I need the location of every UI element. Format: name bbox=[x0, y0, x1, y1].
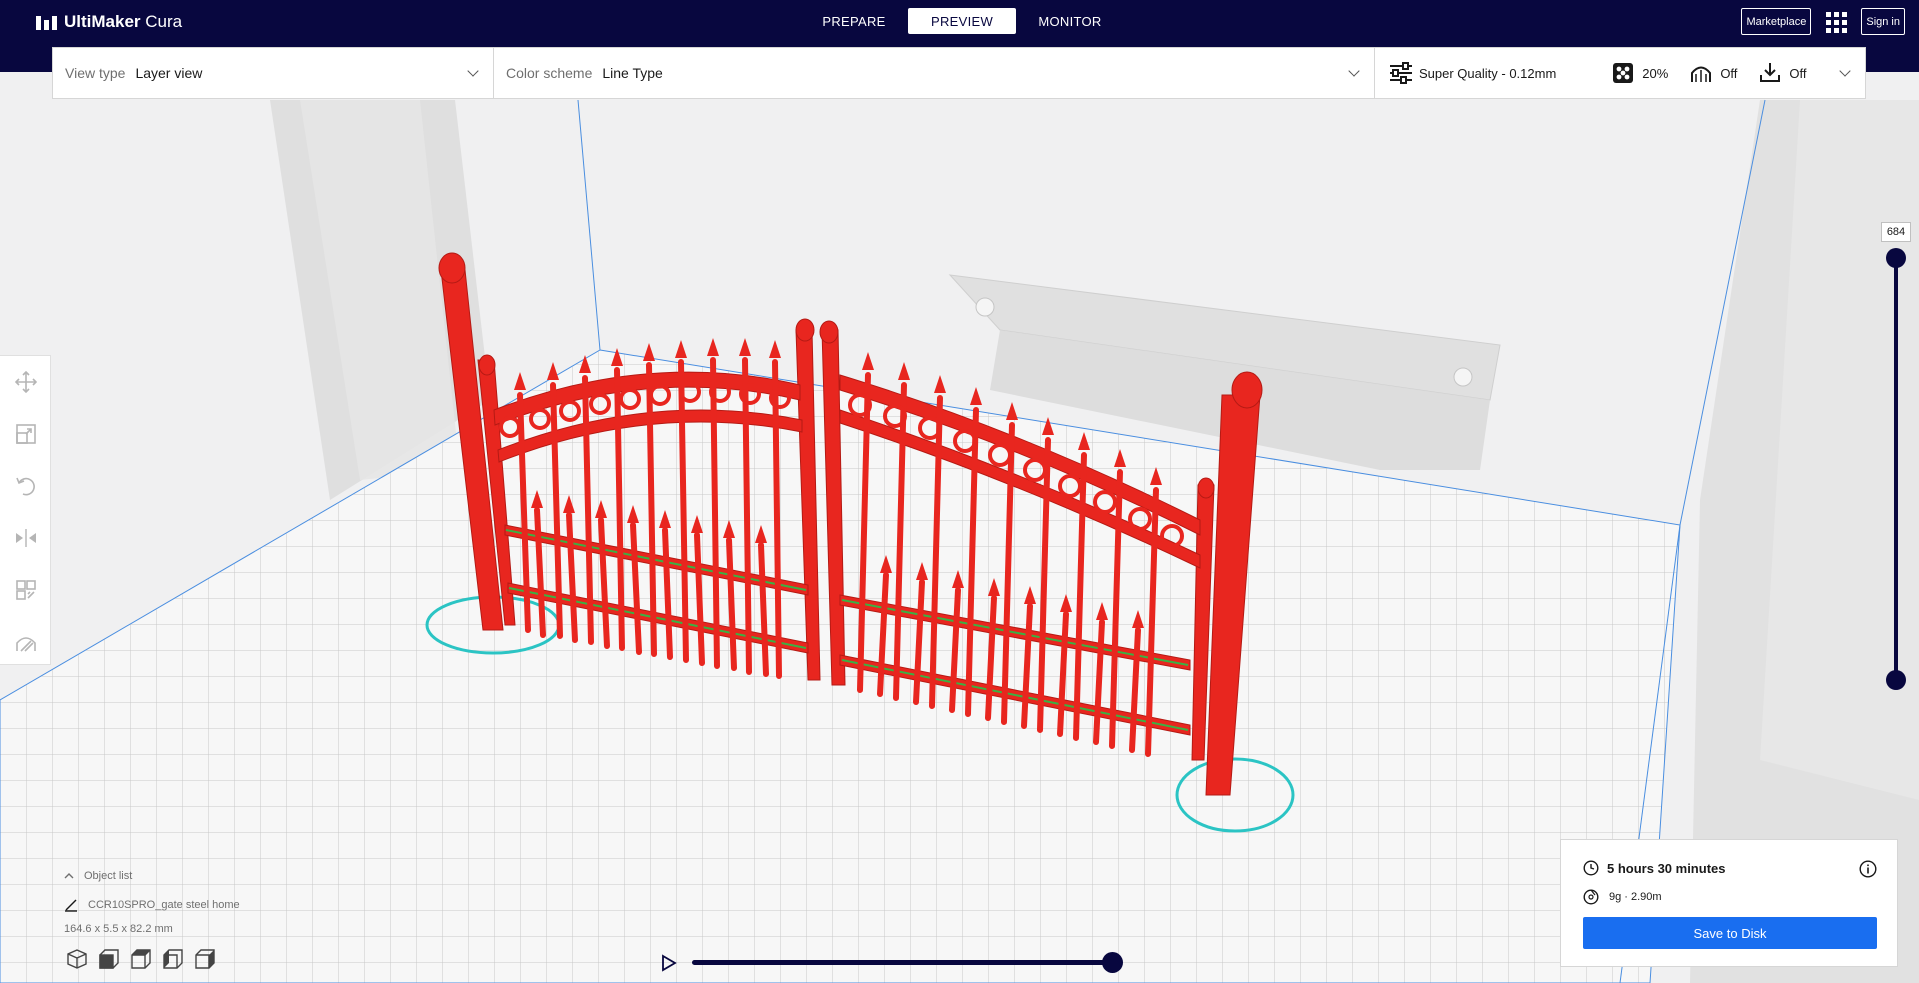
adhesion-value: Off bbox=[1789, 65, 1807, 81]
support-icon bbox=[1690, 62, 1712, 84]
tool-panel bbox=[0, 355, 51, 665]
mirror-tool-button[interactable] bbox=[0, 512, 51, 564]
per-model-settings-icon bbox=[15, 580, 36, 600]
tab-monitor[interactable]: MONITOR bbox=[1016, 8, 1124, 34]
support-blocker-icon bbox=[15, 637, 36, 652]
right-view-icon[interactable] bbox=[194, 948, 216, 970]
profile-value: Super Quality - 0.12mm bbox=[1419, 65, 1557, 81]
ultimaker-logo: UltiMaker Cura bbox=[36, 10, 182, 34]
support-value: Off bbox=[1720, 65, 1738, 81]
ultimaker-logo-icon bbox=[36, 14, 58, 30]
scale-icon bbox=[15, 424, 36, 444]
view-settings-bar: View type Layer view Color scheme Line T… bbox=[52, 47, 1866, 99]
chevron-down-icon bbox=[1839, 65, 1851, 77]
stage-tabs: PREPARE PREVIEW MONITOR bbox=[800, 8, 1124, 34]
play-button[interactable] bbox=[661, 954, 677, 972]
tab-preview[interactable]: PREVIEW bbox=[908, 8, 1016, 34]
infill-value: 20% bbox=[1642, 65, 1669, 81]
layer-lower-handle[interactable] bbox=[1886, 670, 1906, 690]
path-slider-track[interactable] bbox=[692, 960, 1112, 965]
per-model-settings-button[interactable] bbox=[0, 564, 51, 616]
color-scheme-value: Line Type bbox=[602, 65, 663, 81]
camera-view-buttons bbox=[66, 948, 216, 970]
object-list-panel: Object list CCR10SPRO_gate steel home 16… bbox=[64, 861, 240, 939]
logo-text-bold: UltiMaker bbox=[64, 12, 141, 31]
print-settings-selector[interactable]: Super Quality - 0.12mm 20% Off Off bbox=[1375, 48, 1865, 98]
layer-number-field[interactable]: 684 bbox=[1881, 222, 1911, 242]
color-scheme-dropdown[interactable]: Color scheme Line Type bbox=[494, 48, 1375, 98]
clock-icon bbox=[1583, 860, 1599, 876]
scale-tool-button[interactable] bbox=[0, 408, 51, 460]
apps-grid-icon[interactable] bbox=[1825, 11, 1848, 33]
pencil-icon[interactable] bbox=[64, 898, 78, 912]
color-scheme-label: Color scheme bbox=[506, 65, 593, 81]
view-type-label: View type bbox=[65, 65, 126, 81]
layer-upper-handle[interactable] bbox=[1886, 248, 1906, 268]
print-time: 5 hours 30 minutes bbox=[1607, 860, 1726, 876]
material-usage: 9g · 2.90m bbox=[1609, 891, 1662, 903]
move-icon bbox=[14, 371, 37, 393]
path-slider-handle[interactable] bbox=[1102, 952, 1123, 973]
mirror-icon bbox=[15, 529, 36, 547]
sliders-icon bbox=[1389, 62, 1412, 84]
tab-prepare[interactable]: PREPARE bbox=[800, 8, 908, 34]
marketplace-button[interactable]: Marketplace bbox=[1741, 8, 1812, 35]
object-list-title: Object list bbox=[84, 869, 133, 882]
left-view-icon[interactable] bbox=[162, 948, 184, 970]
adhesion-icon bbox=[1759, 62, 1781, 84]
support-blocker-button[interactable] bbox=[0, 616, 51, 668]
object-list-toggle[interactable]: Object list bbox=[64, 861, 240, 890]
object-name: CCR10SPRO_gate steel home bbox=[88, 898, 240, 911]
logo-text-rest: Cura bbox=[140, 12, 183, 31]
front-view-icon[interactable] bbox=[98, 948, 120, 970]
layer-range-track[interactable] bbox=[1894, 256, 1898, 682]
view-type-dropdown[interactable]: View type Layer view bbox=[53, 48, 494, 98]
chevron-up-icon bbox=[64, 872, 74, 878]
top-view-icon[interactable] bbox=[130, 948, 152, 970]
infill-icon bbox=[1612, 62, 1634, 84]
object-dimensions: 164.6 x 5.5 x 82.2 mm bbox=[64, 923, 173, 935]
sign-in-button[interactable]: Sign in bbox=[1861, 8, 1905, 35]
play-icon bbox=[662, 954, 677, 972]
chevron-down-icon bbox=[467, 65, 479, 77]
save-to-disk-button[interactable]: Save to Disk bbox=[1583, 917, 1877, 949]
rotate-tool-button[interactable] bbox=[0, 460, 51, 512]
3d-view-icon[interactable] bbox=[66, 948, 88, 970]
spool-icon bbox=[1583, 889, 1599, 905]
rotate-icon bbox=[15, 477, 35, 496]
chevron-down-icon bbox=[1348, 65, 1360, 77]
move-tool-button[interactable] bbox=[0, 356, 51, 408]
print-information-panel: 5 hours 30 minutes 9g · 2.90m Save to Di… bbox=[1560, 839, 1898, 967]
view-type-value: Layer view bbox=[135, 65, 203, 81]
info-icon[interactable] bbox=[1859, 860, 1877, 883]
